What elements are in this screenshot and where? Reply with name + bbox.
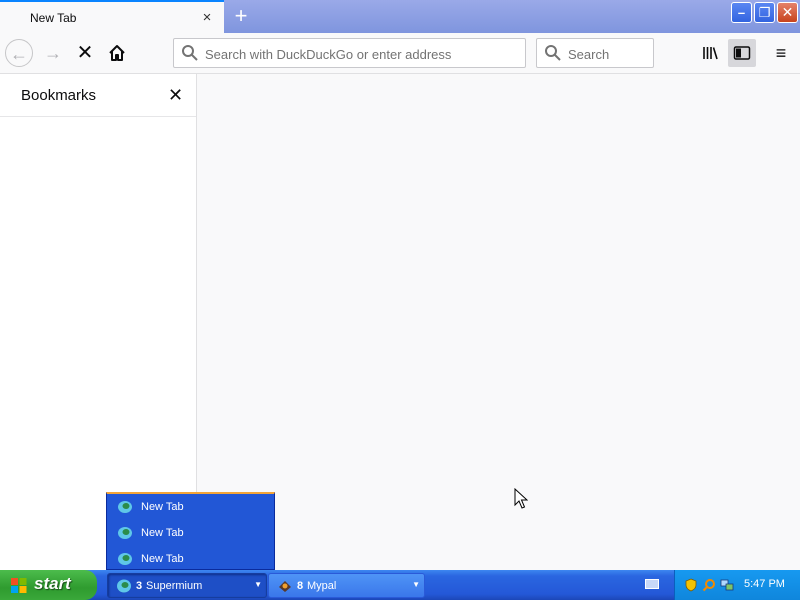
taskbar-group-popup: New Tab New Tab New Tab: [106, 492, 275, 570]
dropdown-arrow-icon: ▼: [412, 580, 420, 589]
mouse-pointer-icon: [514, 488, 528, 509]
tab-strip: New Tab × + – ❐ ✕: [0, 0, 800, 33]
sidebar-title: Bookmarks: [21, 87, 97, 104]
mypal-icon: [279, 581, 291, 592]
keyboard-icon[interactable]: [645, 579, 659, 589]
navigation-toolbar: ← → ✕ Search with DuckDuckGo or enter ad…: [0, 33, 800, 74]
popup-item-label: New Tab: [141, 527, 184, 539]
security-shield-icon[interactable]: [684, 578, 698, 592]
restore-button[interactable]: ❐: [754, 2, 775, 23]
supermium-icon: [118, 501, 132, 513]
taskbar: start 3 Supermium ▼ 8 Mypal ▼ 5:47 PM: [0, 570, 800, 600]
supermium-icon: [118, 527, 132, 539]
dropdown-arrow-icon: ▼: [254, 580, 262, 589]
minimize-button[interactable]: –: [731, 2, 752, 23]
popup-item-label: New Tab: [141, 501, 184, 513]
back-button[interactable]: ←: [5, 39, 33, 67]
home-icon: [109, 45, 125, 61]
windows-logo-icon: [11, 578, 27, 593]
sidebar-close-icon[interactable]: ✕: [168, 85, 183, 106]
search-icon: [545, 45, 561, 61]
taskbar-button-supermium[interactable]: 3 Supermium ▼: [107, 573, 267, 598]
address-bar[interactable]: Search with DuckDuckGo or enter address: [173, 38, 526, 68]
library-icon: [703, 47, 718, 60]
taskbar-button-mypal[interactable]: 8 Mypal ▼: [268, 573, 425, 598]
tab-new-tab[interactable]: New Tab ×: [0, 0, 224, 33]
tab-title: New Tab: [30, 11, 77, 25]
close-window-button[interactable]: ✕: [777, 2, 798, 23]
search-field-placeholder: Search: [568, 47, 610, 62]
popup-item-label: New Tab: [141, 553, 184, 565]
popup-item-new-tab[interactable]: New Tab: [115, 498, 270, 516]
sidebar-header: Bookmarks ✕: [0, 74, 196, 117]
popup-item-new-tab[interactable]: New Tab: [115, 550, 270, 568]
search-field[interactable]: Search: [536, 38, 654, 68]
network-icon[interactable]: [720, 578, 734, 592]
desktop-screen: New Tab × + – ❐ ✕ ← → ✕ Search with Duck…: [0, 0, 800, 600]
search-tray-icon[interactable]: [702, 578, 716, 592]
forward-button[interactable]: →: [39, 39, 67, 67]
home-button[interactable]: [103, 39, 131, 67]
library-button[interactable]: [696, 39, 724, 67]
new-tab-button[interactable]: +: [230, 4, 252, 28]
tab-close-icon[interactable]: ×: [199, 10, 215, 26]
task-window-count: 3: [136, 580, 143, 592]
sidebar-icon: [733, 46, 751, 60]
start-label: start: [34, 574, 71, 593]
task-label: Mypal: [307, 580, 337, 592]
stop-button[interactable]: ✕: [71, 39, 99, 67]
task-label: Supermium: [146, 580, 203, 592]
supermium-icon: [117, 579, 131, 593]
clock: 5:47 PM: [744, 578, 785, 590]
task-window-count: 8: [297, 580, 304, 592]
system-tray: 5:47 PM: [674, 570, 800, 600]
start-button[interactable]: start: [0, 570, 97, 600]
search-icon: [182, 45, 198, 61]
address-bar-placeholder: Search with DuckDuckGo or enter address: [205, 47, 452, 62]
popup-item-new-tab[interactable]: New Tab: [115, 524, 270, 542]
page-content-area[interactable]: [198, 74, 800, 570]
sidebar-toggle-button[interactable]: [728, 39, 756, 67]
hamburger-menu-button[interactable]: ≡: [767, 39, 795, 67]
supermium-icon: [118, 553, 132, 565]
